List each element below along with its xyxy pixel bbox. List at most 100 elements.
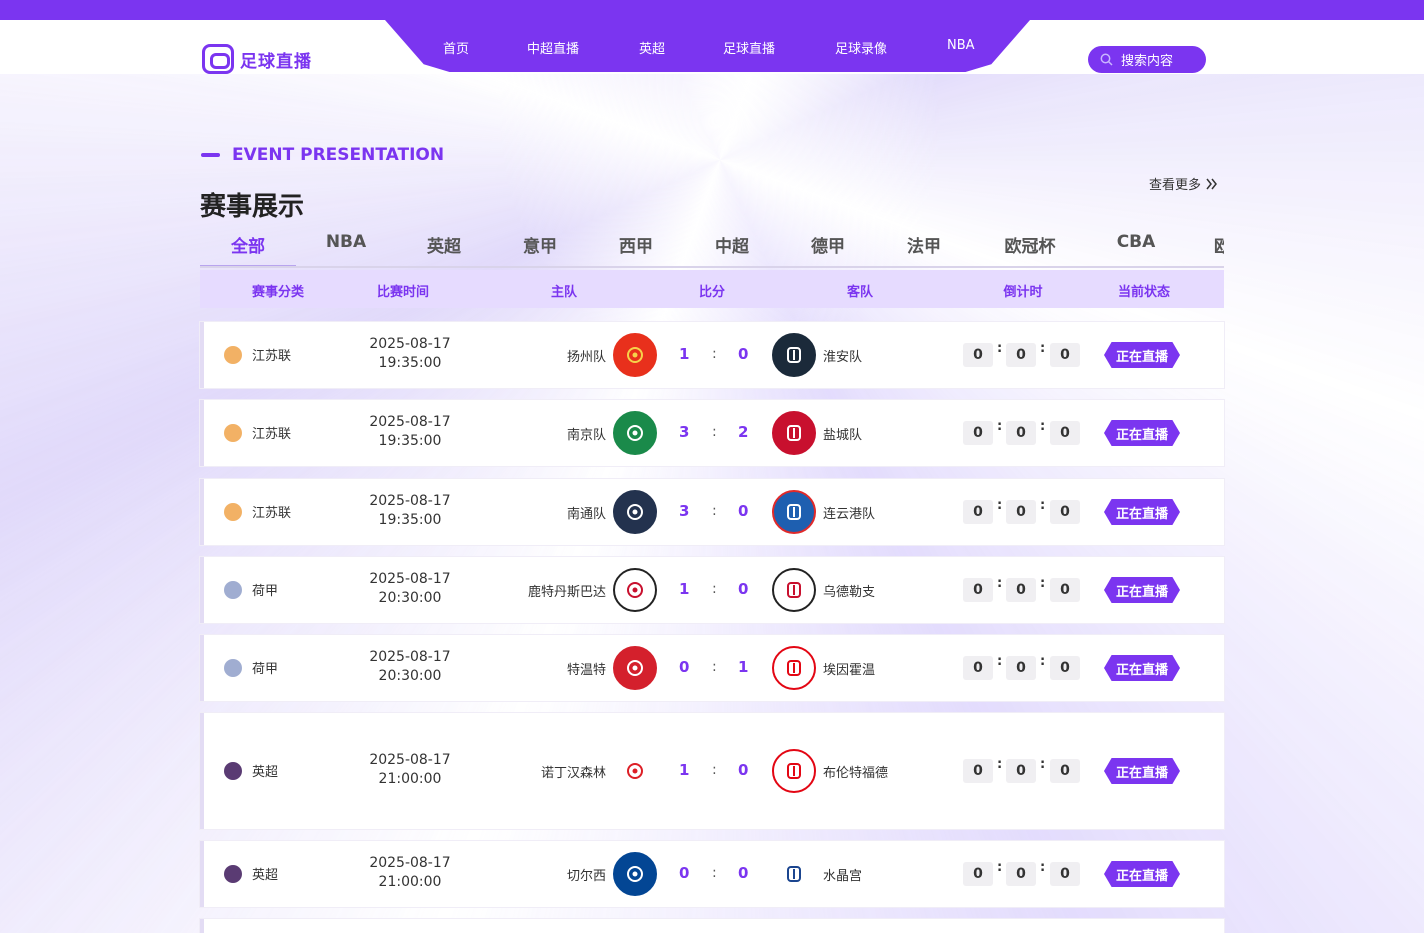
league-cell: 英超 (224, 864, 278, 883)
countdown-sep: : (1040, 498, 1046, 513)
countdown-sep: : (997, 498, 1003, 513)
home-score: 1 (679, 345, 690, 363)
countdown-sep: : (1040, 757, 1046, 772)
nav-item-home[interactable]: 首页 (443, 38, 469, 57)
countdown-sep: : (1040, 576, 1046, 591)
home-team-name: 南京队 (566, 428, 606, 443)
table-row[interactable]: 英超 2025-08-17 21:00:00 切尔西 0 : 0 水晶宫 0 :… (200, 841, 1224, 907)
tab-epl[interactable]: 英超 (396, 232, 492, 257)
countdown-sep: : (1040, 860, 1046, 875)
tab-serie-a[interactable]: 意甲 (492, 232, 588, 257)
view-more-link[interactable]: 查看更多 (1149, 174, 1218, 193)
league-icon (224, 658, 242, 677)
league-name: 英超 (252, 765, 279, 780)
tab-nba[interactable]: NBA (298, 232, 394, 252)
away-team-crest-icon (772, 852, 816, 896)
home-score: 1 (679, 761, 690, 779)
tab-bundesliga[interactable]: 德甲 (780, 232, 876, 257)
table-row[interactable]: 荷甲 2025-08-17 20:30:00 鹿特丹斯巴达 1 : 0 乌德勒支… (200, 557, 1224, 623)
match-date: 2025-08-17 (369, 649, 451, 665)
search-button[interactable]: 搜索内容 (1088, 46, 1206, 73)
countdown-sep: : (997, 341, 1003, 356)
live-status-button[interactable]: 正在直播 (1104, 758, 1180, 784)
tab-europe-partial[interactable]: 欧 (1184, 232, 1224, 257)
table-row[interactable]: 江苏联 2025-08-17 19:35:00 南通队 3 : 0 连云港队 0… (200, 479, 1224, 545)
league-name: 江苏联 (252, 506, 292, 521)
score-separator: : (712, 762, 717, 778)
live-status-button[interactable]: 正在直播 (1104, 577, 1180, 603)
league-icon (224, 423, 242, 442)
home-score: 0 (679, 864, 690, 882)
countdown-seconds: 0 (1050, 862, 1080, 886)
match-time: 2025-08-17 20:30:00 (350, 570, 470, 608)
countdown-hours: 0 (963, 759, 993, 783)
site-logo[interactable]: 足球直播 (202, 44, 312, 74)
league-icon (224, 864, 242, 883)
table-row[interactable]: 英超 2025-08-17 21:00:00 诺丁汉森林 1 : 0 布伦特福德… (200, 713, 1224, 829)
tab-la-liga[interactable]: 西甲 (588, 232, 684, 257)
live-status-button[interactable]: 正在直播 (1104, 861, 1180, 887)
score-separator: : (712, 659, 717, 675)
table-row[interactable]: 江苏联 2025-08-17 19:35:00 南京队 3 : 2 盐城队 0 … (200, 400, 1224, 466)
countdown-sep: : (1040, 341, 1046, 356)
countdown-sep: : (1040, 654, 1046, 669)
league-cell: 江苏联 (224, 502, 291, 521)
table-row[interactable]: 江苏联 2025-08-17 19:35:00 扬州队 1 : 0 淮安队 0 … (200, 322, 1224, 388)
live-status-button[interactable]: 正在直播 (1104, 499, 1180, 525)
logo-text: 足球直播 (240, 51, 312, 72)
countdown-hours: 0 (963, 421, 993, 445)
home-score: 1 (679, 580, 690, 598)
league-cell: 江苏联 (224, 345, 291, 364)
countdown-sep: : (997, 757, 1003, 772)
match-time: 2025-08-17 19:35:00 (350, 413, 470, 451)
countdown-seconds: 0 (1050, 500, 1080, 524)
away-score: 0 (738, 580, 749, 598)
nav-item-football-replay[interactable]: 足球录像 (835, 38, 887, 57)
double-chevron-right-icon (1206, 178, 1217, 189)
away-score: 0 (738, 864, 749, 882)
home-team-crest-icon (613, 646, 657, 690)
home-team-crest-icon (613, 411, 657, 455)
countdown-seconds: 0 (1050, 656, 1080, 680)
match-time: 2025-08-17 19:35:00 (350, 335, 470, 373)
match-date: 2025-08-17 (369, 336, 451, 352)
home-team-crest-icon (613, 333, 657, 377)
countdown-minutes: 0 (1006, 656, 1036, 680)
away-score: 1 (738, 658, 749, 676)
away-team-name: 水晶宫 (823, 869, 863, 884)
table-row-partial (200, 919, 1224, 933)
logo-icon (202, 44, 234, 74)
match-date: 2025-08-17 (369, 855, 451, 871)
tab-cba[interactable]: CBA (1088, 232, 1184, 252)
section-title-en: EVENT PRESENTATION (232, 145, 445, 165)
top-accent-bar (0, 0, 1424, 20)
home-team-name: 诺丁汉森林 (540, 766, 606, 781)
tab-all[interactable]: 全部 (200, 232, 296, 257)
nav-item-epl[interactable]: 英超 (639, 38, 665, 57)
live-status-button[interactable]: 正在直播 (1104, 342, 1180, 368)
table-row[interactable]: 荷甲 2025-08-17 20:30:00 特温特 0 : 1 埃因霍温 0 … (200, 635, 1224, 701)
match-clock: 21:00:00 (378, 874, 442, 890)
home-team-name: 南通队 (566, 507, 606, 522)
nav-item-football-live[interactable]: 足球直播 (723, 38, 775, 57)
tab-ucl[interactable]: 欧冠杯 (982, 232, 1078, 257)
away-team-crest-icon (772, 749, 816, 793)
match-date: 2025-08-17 (369, 493, 451, 509)
match-clock: 20:30:00 (378, 590, 442, 606)
nav-item-nba[interactable]: NBA (947, 38, 975, 53)
search-label: 搜索内容 (1121, 54, 1174, 69)
away-team-crest-icon (772, 411, 816, 455)
countdown-minutes: 0 (1006, 421, 1036, 445)
away-team-crest-icon (772, 646, 816, 690)
tab-csl[interactable]: 中超 (684, 232, 780, 257)
live-status-button[interactable]: 正在直播 (1104, 420, 1180, 446)
nav-item-csl-live[interactable]: 中超直播 (527, 38, 579, 57)
away-score: 0 (738, 502, 749, 520)
live-status-button[interactable]: 正在直播 (1104, 655, 1180, 681)
away-score: 0 (738, 345, 749, 363)
league-cell: 荷甲 (224, 658, 278, 677)
col-score: 比分 (698, 285, 725, 300)
home-score: 3 (679, 502, 690, 520)
league-name: 荷甲 (252, 662, 279, 677)
tab-ligue-1[interactable]: 法甲 (876, 232, 972, 257)
